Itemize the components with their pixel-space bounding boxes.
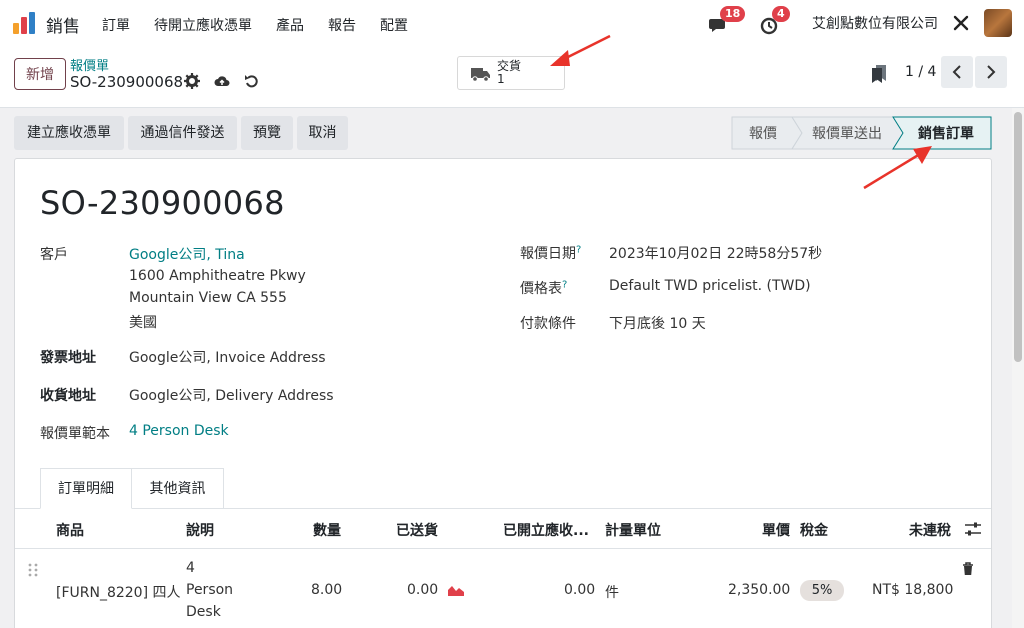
preview-button[interactable]: 預覽: [241, 116, 293, 150]
top-navbar: 銷售 訂單 待開立應收憑單 產品 報告 配置 18 4 艾創點數位有限公司: [0, 0, 1024, 46]
delivery-address-label: 收貨地址: [40, 388, 96, 404]
col-invoiced[interactable]: 已開立應收...: [503, 520, 589, 540]
help-icon[interactable]: ?: [576, 244, 581, 255]
tab-other-info[interactable]: 其他資訊: [132, 468, 224, 509]
line-tax-badge[interactable]: 5%: [800, 580, 844, 601]
customer-label: 客戶: [40, 247, 68, 263]
help-icon[interactable]: ?: [562, 279, 567, 290]
line-description-2[interactable]: Person: [186, 582, 233, 598]
quote-date-label: 報價日期: [520, 246, 576, 262]
trash-icon[interactable]: [962, 562, 974, 576]
line-quantity[interactable]: 8.00: [311, 582, 342, 598]
messages-badge: 18: [720, 6, 746, 22]
optional-columns-icon[interactable]: [964, 521, 982, 537]
cloud-upload-icon[interactable]: [214, 73, 230, 89]
scrollbar-thumb[interactable]: [1014, 112, 1022, 362]
stage-sales-order[interactable]: 銷售訂單: [918, 125, 974, 142]
line-product[interactable]: [FURN_8220] 四人: [56, 582, 181, 602]
quotation-template-label: 報價單範本: [40, 426, 110, 442]
breadcrumb-quotations[interactable]: 報價單: [70, 55, 109, 74]
chevron-left-icon: [952, 65, 961, 79]
quotation-template-field[interactable]: 4 Person Desk: [129, 423, 229, 439]
record-actions: [184, 73, 274, 89]
drag-handle-icon[interactable]: [28, 563, 38, 577]
forecast-chart-icon[interactable]: [448, 584, 464, 596]
pricelist-field[interactable]: Default TWD pricelist. (TWD): [609, 278, 811, 294]
line-invoiced: 0.00: [564, 582, 596, 598]
col-product[interactable]: 商品: [56, 520, 84, 540]
pager-value[interactable]: 1 / 4: [905, 64, 936, 80]
cancel-button[interactable]: 取消: [297, 116, 348, 150]
navbar-systray: 18 4 艾創點數位有限公司: [708, 6, 1012, 39]
delivery-count: 1: [497, 72, 505, 86]
pager-previous-button[interactable]: [941, 56, 973, 88]
main-menu: 訂單 待開立應收憑單 產品 報告 配置: [102, 15, 432, 35]
menu-configuration[interactable]: 配置: [380, 15, 408, 35]
sales-app-icon[interactable]: [12, 11, 36, 35]
delivery-address-field[interactable]: Google公司, Delivery Address: [129, 385, 334, 405]
send-email-button[interactable]: 通過信件發送: [128, 116, 237, 150]
tab-order-lines[interactable]: 訂單明細: [40, 468, 132, 509]
menu-reporting[interactable]: 報告: [328, 15, 356, 35]
menu-to-invoice[interactable]: 待開立應收憑單: [154, 15, 252, 35]
menu-orders[interactable]: 訂單: [102, 15, 130, 35]
col-quantity[interactable]: 數量: [313, 520, 341, 540]
gear-icon[interactable]: [184, 73, 200, 89]
col-delivered[interactable]: 已送貨: [396, 520, 438, 540]
col-description[interactable]: 說明: [186, 520, 214, 540]
line-description-1[interactable]: 4: [186, 560, 195, 576]
payment-terms-label: 付款條件: [520, 316, 576, 332]
company-switcher[interactable]: 艾創點數位有限公司: [812, 13, 938, 33]
control-panel: 新增 報價單 SO-230900068 交貨 1 1 / 4: [0, 46, 1024, 108]
delivery-smart-button[interactable]: 交貨 1: [457, 56, 565, 90]
line-subtotal: NT$ 18,800: [872, 582, 954, 598]
debug-tools-icon[interactable]: [952, 14, 970, 32]
bookmark-icon[interactable]: [872, 65, 886, 83]
customer-address-line-1: 1600 Amphitheatre Pkwy: [129, 268, 306, 284]
pricelist-label: 價格表: [520, 281, 562, 297]
line-description-3[interactable]: Desk: [186, 604, 221, 620]
user-avatar[interactable]: [984, 9, 1012, 37]
line-uom[interactable]: 件: [605, 582, 619, 602]
truck-icon: [471, 68, 490, 82]
customer-address-line-3: 美國: [129, 315, 157, 331]
invoice-address-label: 發票地址: [40, 350, 96, 366]
col-subtotal[interactable]: 未連稅: [909, 520, 951, 540]
new-button[interactable]: 新增: [14, 58, 66, 90]
activities-badge: 4: [772, 6, 790, 22]
breadcrumb-record: SO-230900068: [70, 73, 184, 91]
activities-button[interactable]: 4: [760, 6, 790, 35]
stage-quotation-sent[interactable]: 報價單送出: [812, 125, 882, 142]
line-delivered[interactable]: 0.00: [407, 582, 438, 598]
create-invoice-button[interactable]: 建立應收憑單: [14, 116, 124, 150]
messages-button[interactable]: 18: [708, 6, 746, 35]
status-bar: 報價 報價單送出 銷售訂單: [731, 116, 992, 150]
col-taxes[interactable]: 稅金: [800, 520, 828, 540]
discard-undo-icon[interactable]: [244, 73, 260, 89]
invoice-address-field[interactable]: Google公司, Invoice Address: [129, 347, 326, 367]
table-header-divider: [15, 548, 991, 549]
app-name[interactable]: 銷售: [46, 12, 80, 37]
menu-products[interactable]: 產品: [276, 15, 304, 35]
col-uom[interactable]: 計量單位: [605, 520, 661, 540]
customer-field[interactable]: Google公司, Tina: [129, 244, 245, 264]
record-title: SO-230900068: [40, 184, 285, 222]
chevron-right-icon: [987, 65, 996, 79]
customer-address-line-2: Mountain View CA 555: [129, 290, 287, 306]
stage-quotation[interactable]: 報價: [749, 125, 777, 142]
pager-next-button[interactable]: [975, 56, 1007, 88]
quote-date-field[interactable]: 2023年10月02日 22時58分57秒: [609, 243, 822, 263]
line-unit-price[interactable]: 2,350.00: [728, 582, 790, 598]
col-unit-price[interactable]: 單價: [762, 520, 790, 540]
payment-terms-field[interactable]: 下月底後 10 天: [609, 313, 706, 333]
